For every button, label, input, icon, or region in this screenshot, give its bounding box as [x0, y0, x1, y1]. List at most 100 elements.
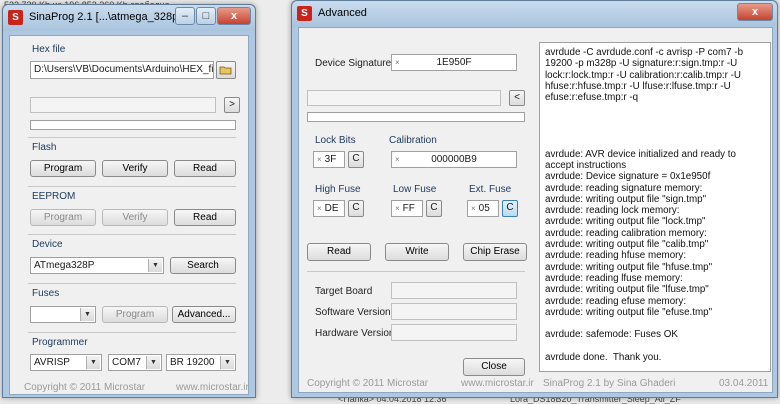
chip-erase-button[interactable]: Chip Erase [463, 243, 527, 261]
calibration-field: × 000000B9 [391, 151, 517, 168]
hardware-version-label: Hardware Version [315, 328, 395, 339]
programmer-type-select[interactable]: AVRISP ▼ [30, 354, 102, 371]
device-select-value: ATmega328P [34, 260, 95, 271]
device-label: Device [32, 239, 63, 250]
low-fuse-value: FF [402, 203, 415, 214]
main-footer-website: www.microstar.ir [176, 382, 249, 393]
high-fuse-value: DE [324, 203, 339, 214]
separator-3 [28, 234, 236, 235]
clear-x-icon: × [471, 204, 476, 213]
advanced-footer-date: 03.04.2011 [719, 378, 769, 389]
separator-4 [28, 283, 236, 284]
write-fuses-button[interactable]: Write [385, 243, 449, 261]
close-window-button[interactable]: x [217, 7, 251, 25]
fuses-program-button[interactable]: Program [102, 306, 168, 323]
chevron-down-icon: ▼ [220, 356, 234, 369]
ext-fuse-clear-button[interactable]: C [502, 200, 518, 217]
read-fuses-button[interactable]: Read [307, 243, 371, 261]
app-logo-icon: S [8, 10, 23, 25]
ext-fuse-field: × 05 [467, 200, 499, 217]
flash-read-button[interactable]: Read [174, 160, 236, 177]
software-version-label: Software Version [315, 307, 391, 318]
maximize-button[interactable]: □ [196, 7, 216, 25]
advanced-title-bar[interactable]: S Advanced x [292, 1, 777, 27]
fuses-label: Fuses [32, 288, 60, 299]
calibration-value: 000000B9 [431, 154, 477, 165]
low-fuse-field: × FF [391, 200, 423, 217]
separator-2 [28, 186, 236, 187]
fuses-select[interactable]: ▼ [30, 306, 96, 323]
device-search-button[interactable]: Search [170, 257, 236, 274]
ext-fuse-value: 05 [478, 203, 490, 214]
advanced-footer-author: SinaProg 2.1 by Sina Ghaderi [543, 378, 676, 389]
advanced-status-field [307, 90, 501, 106]
target-board-label: Target Board [315, 286, 373, 297]
flash-label: Flash [32, 142, 57, 153]
close-button[interactable]: Close [463, 358, 525, 376]
low-fuse-clear-button[interactable]: C [426, 200, 442, 217]
progress-bar [30, 120, 236, 130]
lock-bits-label: Lock Bits [315, 135, 356, 146]
eeprom-read-button[interactable]: Read [174, 209, 236, 226]
main-window-title: SinaProg 2.1 [...\atmega_328p... [29, 11, 188, 23]
device-signature-label: Device Signature [315, 58, 392, 69]
high-fuse-clear-button[interactable]: C [348, 200, 364, 217]
programmer-port-select[interactable]: COM7 ▼ [108, 354, 162, 371]
programmer-port-value: COM7 [112, 357, 141, 368]
flash-program-button[interactable]: Program [30, 160, 96, 177]
programmer-baud-value: BR 19200 [170, 357, 215, 368]
flash-verify-button[interactable]: Verify [102, 160, 168, 177]
avrdude-log-output[interactable]: avrdude -C avrdude.conf -c avrisp -P com… [539, 42, 771, 372]
chevron-down-icon: ▼ [86, 356, 100, 369]
advanced-footer-copyright: Copyright © 2011 Microstar [307, 378, 429, 389]
chevron-down-icon: ▼ [148, 259, 162, 272]
advanced-separator [307, 271, 525, 272]
advanced-button[interactable]: Advanced... [172, 306, 236, 323]
hex-file-path-input[interactable]: D:\Users\VB\Documents\Arduino\HEX_file\ [30, 61, 214, 79]
open-folder-button[interactable] [216, 61, 236, 79]
calibration-label: Calibration [389, 135, 437, 146]
low-fuse-label: Low Fuse [393, 184, 437, 195]
high-fuse-label: High Fuse [315, 184, 361, 195]
separator-5 [28, 332, 236, 333]
lock-bits-field: × 3F [313, 151, 345, 168]
software-version-field [391, 303, 517, 320]
device-signature-field: × 1E950F [391, 54, 517, 71]
eeprom-program-button[interactable]: Program [30, 209, 96, 226]
advanced-footer-website: www.microstar.ir [461, 378, 534, 389]
main-title-bar[interactable]: S SinaProg 2.1 [...\atmega_328p... – □ x [3, 5, 255, 31]
advanced-client-area: Device Signature × 1E950F < Lock Bits × 3… [298, 27, 773, 393]
minimize-button[interactable]: – [175, 7, 195, 25]
app-logo-icon: S [297, 6, 312, 21]
lock-bits-value: 3F [324, 154, 337, 165]
target-board-field [391, 282, 517, 299]
sinaprog-main-window: S SinaProg 2.1 [...\atmega_328p... – □ x… [2, 4, 256, 398]
advanced-window: S Advanced x Device Signature × 1E950F <… [291, 0, 778, 398]
advanced-progress-bar [307, 112, 525, 122]
expand-arrow-button[interactable]: > [224, 97, 240, 113]
clear-x-icon: × [395, 204, 400, 213]
chevron-down-icon: ▼ [146, 356, 160, 369]
collapse-arrow-button[interactable]: < [509, 90, 525, 106]
close-window-button[interactable]: x [737, 3, 773, 21]
eeprom-label: EEPROM [32, 191, 76, 202]
main-client-area: Hex file D:\Users\VB\Documents\Arduino\H… [9, 35, 249, 395]
high-fuse-field: × DE [313, 200, 345, 217]
clear-x-icon: × [317, 155, 322, 164]
lock-bits-clear-button[interactable]: C [348, 151, 364, 168]
chevron-down-icon: ▼ [80, 308, 94, 321]
advanced-window-title: Advanced [318, 7, 367, 19]
ext-fuse-label: Ext. Fuse [469, 184, 512, 195]
hex-status-field [30, 97, 216, 113]
clear-x-icon: × [317, 204, 322, 213]
eeprom-verify-button[interactable]: Verify [102, 209, 168, 226]
device-signature-value: 1E950F [436, 57, 472, 68]
folder-icon [219, 66, 232, 75]
hardware-version-field [391, 324, 517, 341]
hex-file-label: Hex file [32, 44, 66, 55]
programmer-type-value: AVRISP [34, 357, 70, 368]
separator-1 [28, 137, 236, 138]
main-footer-copyright: Copyright © 2011 Microstar [24, 382, 146, 393]
programmer-baud-select[interactable]: BR 19200 ▼ [166, 354, 236, 371]
device-select[interactable]: ATmega328P ▼ [30, 257, 164, 274]
